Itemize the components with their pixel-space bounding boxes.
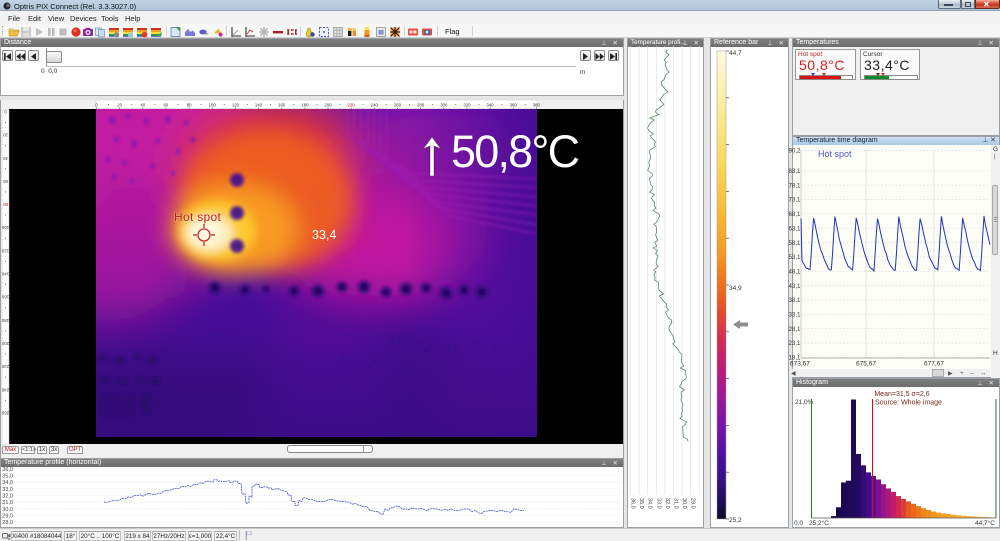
svg-text:25,2°C: 25,2°C bbox=[809, 519, 829, 527]
svg-text:21,0%: 21,0% bbox=[795, 399, 814, 406]
svg-text:0,0: 0,0 bbox=[794, 520, 803, 527]
svg-text:44,7°C: 44,7°C bbox=[975, 519, 995, 527]
svg-text:Mean=31,5 σ=2,6: Mean=31,5 σ=2,6 bbox=[874, 391, 929, 398]
svg-text:Source: Whole image: Source: Whole image bbox=[875, 400, 942, 407]
